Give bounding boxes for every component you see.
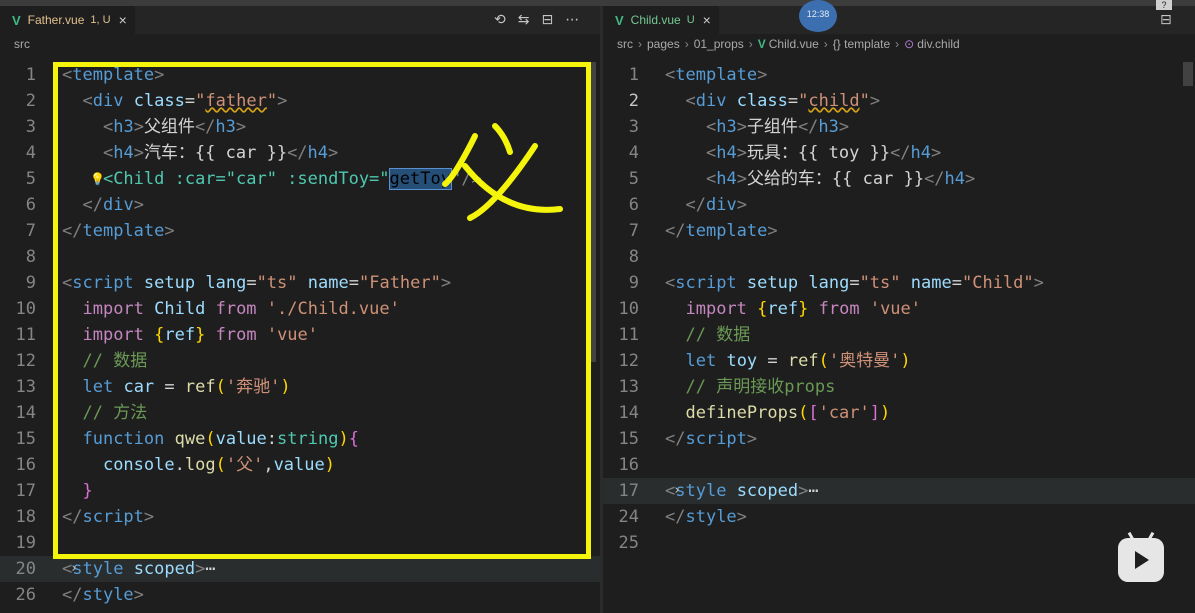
bilibili-logo-icon [1118, 531, 1164, 582]
compare-icon[interactable]: ⇆ [518, 12, 530, 28]
line-number: 5 [628, 169, 639, 189]
close-icon[interactable]: × [119, 12, 127, 28]
close-icon[interactable]: × [703, 12, 711, 28]
code-line-folded: 17 › <style scoped>⋯ [603, 478, 1195, 504]
breadcrumb-item[interactable]: pages [647, 37, 680, 51]
line-number: 17 [618, 481, 639, 501]
code-line: 10 import {ref} from 'vue' [603, 296, 1195, 322]
code-line: 12 let toy = ref('奥特曼') [603, 348, 1195, 374]
tab-filename: Child.vue [630, 13, 681, 27]
breadcrumb-item[interactable]: {} template [833, 37, 890, 51]
code-line: 26 </style> [0, 582, 600, 608]
line-number: 2 [628, 91, 639, 111]
line-number: 7 [628, 221, 639, 241]
code-line: 25 [603, 530, 1195, 556]
code-line: 9 <script setup lang="ts" name="Child"> [603, 270, 1195, 296]
code-line: 15 </script> [603, 426, 1195, 452]
code-line: 13 // 声明接收props [603, 374, 1195, 400]
line-number: 4 [628, 143, 639, 163]
vue-file-icon: V [12, 12, 21, 28]
tab-filename: Father.vue [27, 13, 85, 27]
scrollbar-right[interactable] [1183, 62, 1193, 86]
tab-father-vue[interactable]: V Father.vue 1, U × [0, 6, 135, 34]
line-number: 13 [618, 377, 639, 397]
breadcrumb-right: src › pages › 01_props › V Child.vue › {} tem… [617, 37, 960, 51]
code-line: 3 <h3>子组件</h3> [603, 114, 1195, 140]
tab-bar-left: V Father.vue 1, U × ⟲ ⇆ ⊟ ⋯ [0, 6, 600, 34]
line-number: 11 [618, 325, 639, 345]
editor-pane-father[interactable]: V Father.vue 1, U × ⟲ ⇆ ⊟ ⋯ src 1 <templa… [0, 6, 600, 613]
line-number: 20 [15, 559, 36, 579]
line-number: 10 [618, 299, 639, 319]
code-line-folded: 20 › <style scoped>⋯ [0, 556, 600, 582]
vue-file-icon: V [615, 12, 624, 28]
line-number: 3 [628, 117, 639, 137]
line-number: 6 [628, 195, 639, 215]
tab-child-vue[interactable]: V Child.vue U × [603, 6, 719, 34]
more-actions-icon[interactable]: ⋯ [565, 12, 579, 28]
line-number: 16 [618, 455, 639, 475]
split-editor-icon[interactable]: ⊟ [1160, 12, 1172, 28]
line-number: 12 [618, 351, 639, 371]
line-number: 15 [618, 429, 639, 449]
breadcrumb-item[interactable]: src [14, 37, 30, 51]
breadcrumb-item[interactable]: Child.vue [769, 37, 819, 51]
editor-actions: ⟲ ⇆ ⊟ ⋯ [494, 6, 579, 34]
breadcrumb-item[interactable]: div.child [917, 37, 959, 51]
tab-bar-right: V Child.vue U × ⊟ [603, 6, 1195, 34]
code-line: 14 defineProps(['car']) [603, 400, 1195, 426]
code-line: 6 </div> [603, 192, 1195, 218]
breadcrumb-left: src [0, 34, 600, 54]
fold-chevron-icon[interactable]: › [673, 478, 681, 504]
line-number: 14 [618, 403, 639, 423]
element-icon: ⊙ [904, 37, 915, 51]
vue-file-icon: V [757, 37, 766, 51]
code-line: 11 // 数据 [603, 322, 1195, 348]
avatar: 12:38 [799, 0, 837, 32]
code-line: 7 </template> [603, 218, 1195, 244]
code-line: 8 [603, 244, 1195, 270]
code-area-child[interactable]: 1 <template> 2 <div class="child"> 3 <h3>… [603, 62, 1195, 556]
line-number: 1 [628, 65, 639, 85]
timeline-icon[interactable]: ⟲ [494, 12, 506, 28]
code-line: 5 <h4>父给的车：{{ car }}</h4> [603, 166, 1195, 192]
line-number: 26 [15, 585, 36, 605]
tab-status: 1, U [90, 14, 111, 26]
fold-chevron-icon[interactable]: › [70, 556, 78, 582]
code-line: 4 <h4>玩具：{{ toy }}</h4> [603, 140, 1195, 166]
editor-actions: ⊟ [1160, 6, 1172, 34]
code-line: 1 <template> [603, 62, 1195, 88]
breadcrumb-item[interactable]: src [617, 37, 633, 51]
editor-pane-child[interactable]: V Child.vue U × ⊟ src › pages › 01_props › … [603, 6, 1195, 613]
help-icon[interactable]: ? [1156, 0, 1172, 10]
line-number: 25 [618, 533, 639, 553]
highlight-box [53, 62, 591, 559]
tab-status: U [686, 14, 695, 26]
line-number: 9 [628, 273, 639, 293]
code-line: 2 <div class="child"> [603, 88, 1195, 114]
line-number: 24 [618, 507, 639, 527]
code-line: 24 </style> [603, 504, 1195, 530]
breadcrumb-item[interactable]: 01_props [694, 37, 744, 51]
split-editor-icon[interactable]: ⊟ [541, 12, 553, 28]
code-line: 16 [603, 452, 1195, 478]
line-number: 8 [628, 247, 639, 267]
